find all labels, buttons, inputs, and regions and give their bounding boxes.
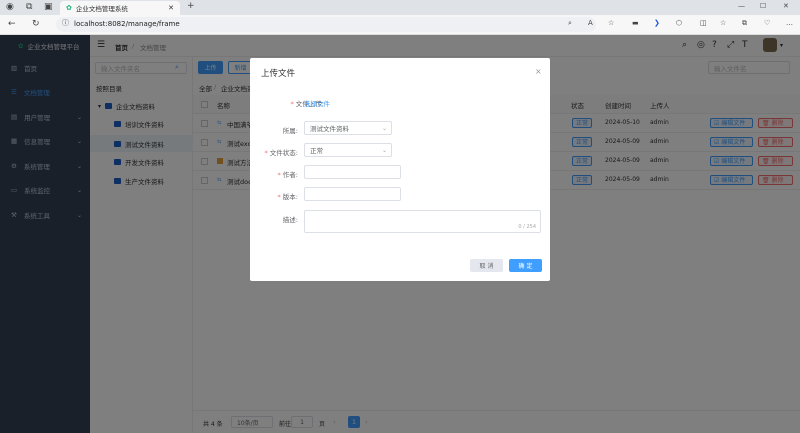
dialog-title: 上传文件 [261,69,296,79]
status-select-value: 正常 [310,147,323,155]
chevron-down-icon: ⌄ [381,146,387,154]
read-aloud-icon[interactable]: A [588,20,593,27]
url-input[interactable]: localhost:8082/manage/frame [56,17,596,32]
new-tab-icon[interactable]: + [187,2,195,11]
more-icon[interactable]: … [786,20,793,27]
browser-tab[interactable]: ✿ 企业文档管理系统 ✕ [60,1,180,15]
status-label-text: 文件状态: [269,149,298,157]
description-label: 描述: [282,216,298,224]
collections-icon[interactable]: ⧉ [742,20,747,27]
status-label: * 文件状态: [264,149,298,157]
upload-dialog: 上传文件 × * 文件上传: 选择文件 所属: 测试文件资料 ⌄ * 文件状态: … [250,58,550,281]
split-screen-icon[interactable]: ◫ [700,20,707,27]
copilot-icon[interactable]: ♡ [764,20,770,27]
belong-select-value: 测试文件资料 [310,125,349,133]
close-icon[interactable]: × [535,67,542,76]
site-info-icon[interactable]: ⓘ [62,20,69,27]
author-label: * 作者: [277,171,298,179]
minimize-icon[interactable]: — [738,3,745,10]
extension2-icon[interactable]: ❯ [654,20,660,27]
workspaces-icon[interactable]: ⧉ [26,3,32,12]
choose-file-link[interactable]: 选择文件 [304,98,330,108]
confirm-button[interactable]: 确 定 [509,259,542,272]
close-tab-icon[interactable]: ✕ [168,4,174,12]
site-favicon-icon: ✿ [66,4,72,12]
tab-actions-icon[interactable]: ▣ [44,3,53,12]
extension-icon[interactable]: ▬ [632,20,639,27]
refresh-icon[interactable]: ↻ [32,20,40,29]
favorites-bar-icon[interactable]: ☆ [720,20,726,27]
version-label-text: 版本: [282,193,298,201]
zoom-icon[interactable]: ⌕ [568,20,572,27]
maximize-icon[interactable]: ☐ [760,3,766,10]
status-select[interactable]: 正常 ⌄ [304,143,392,157]
version-label: * 版本: [277,193,298,201]
char-counter: 0 / 254 [518,224,536,230]
close-window-icon[interactable]: ✕ [783,3,789,10]
favorite-icon[interactable]: ☆ [608,20,614,27]
cancel-button[interactable]: 取 消 [470,259,503,272]
tab-title: 企业文档管理系统 [75,5,128,13]
chevron-down-icon: ⌄ [381,124,387,132]
belong-select[interactable]: 测试文件资料 ⌄ [304,121,392,135]
version-input[interactable] [304,187,401,201]
extensions-icon[interactable]: ⬡ [676,20,682,27]
back-icon[interactable]: ← [8,20,16,29]
profile-icon[interactable]: ◉ [6,3,14,12]
description-textarea[interactable]: 0 / 254 [304,210,541,233]
author-label-text: 作者: [282,171,298,179]
author-input[interactable] [304,165,401,179]
belong-label: 所属: [282,127,298,135]
